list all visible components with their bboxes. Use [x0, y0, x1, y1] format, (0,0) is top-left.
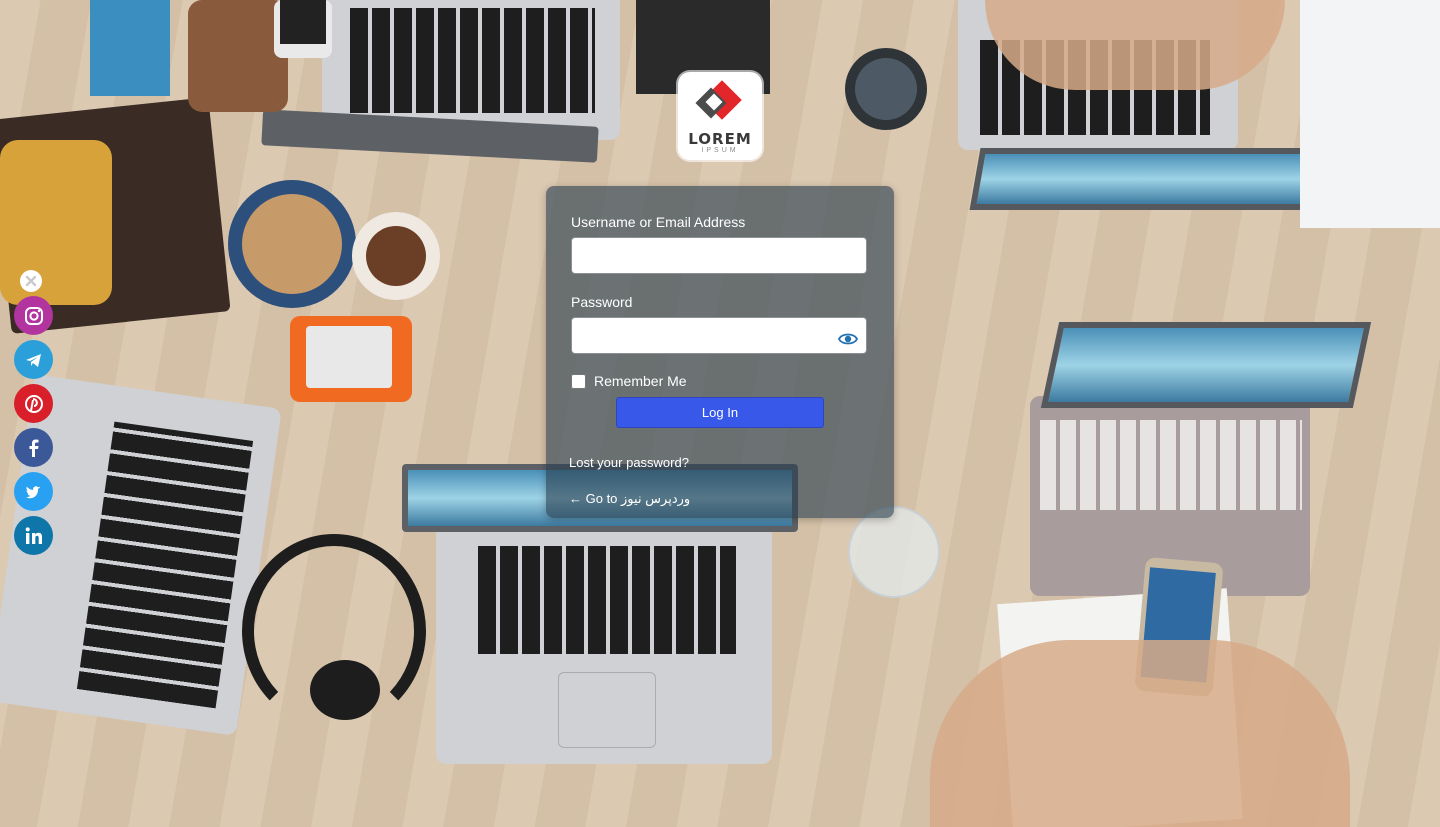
telegram-icon[interactable]: [14, 340, 53, 379]
coffee-cup: [352, 212, 440, 300]
paper-notebook: [1300, 0, 1440, 228]
eye-icon[interactable]: [837, 328, 859, 350]
laptop-keyboard: [1040, 420, 1302, 510]
site-logo[interactable]: LOREM IPSUM: [678, 72, 762, 160]
phone-top-left: [274, 0, 332, 58]
logo-brand-text: LOREM: [688, 130, 752, 148]
yellow-pouch: [0, 140, 112, 305]
password-label: Password: [571, 294, 633, 310]
hands-top: [985, 0, 1285, 90]
login-button[interactable]: Log In: [616, 397, 824, 428]
blue-book: [90, 0, 170, 96]
laptop-keyboard: [478, 546, 736, 654]
lost-password-link[interactable]: Lost your password?: [569, 455, 689, 470]
login-form: Username or Email Address Password Remem…: [546, 186, 894, 518]
mug: [845, 48, 927, 130]
twitter-icon[interactable]: [14, 472, 53, 511]
logo-diamond-icon: [695, 80, 742, 120]
close-icon[interactable]: [20, 270, 42, 292]
pinterest-icon[interactable]: [14, 384, 53, 423]
remember-checkbox[interactable]: [571, 373, 586, 389]
remember-label: Remember Me: [594, 373, 687, 389]
orange-hard-drive: [290, 316, 412, 402]
leather-pouch: [188, 0, 288, 112]
bowl-of-nuts: [228, 180, 356, 308]
back-to-site-link[interactable]: ← Go to وردپرس نیوز: [569, 491, 690, 507]
logo-tagline: IPSUM: [701, 147, 739, 154]
laptop-screen: [969, 148, 1333, 210]
laptop-keyboard: [350, 8, 595, 113]
username-input[interactable]: [571, 237, 867, 274]
facebook-icon[interactable]: [14, 428, 53, 467]
username-label: Username or Email Address: [571, 214, 746, 230]
glass-jar: [848, 506, 940, 598]
linkedin-icon[interactable]: [14, 516, 53, 555]
hands: [930, 640, 1350, 827]
laptop-screen: [1040, 322, 1372, 408]
remember-me[interactable]: Remember Me: [571, 373, 687, 389]
trackpad: [558, 672, 656, 748]
password-input[interactable]: [571, 317, 867, 354]
headphone-cup: [310, 660, 380, 720]
instagram-icon[interactable]: [14, 296, 53, 335]
